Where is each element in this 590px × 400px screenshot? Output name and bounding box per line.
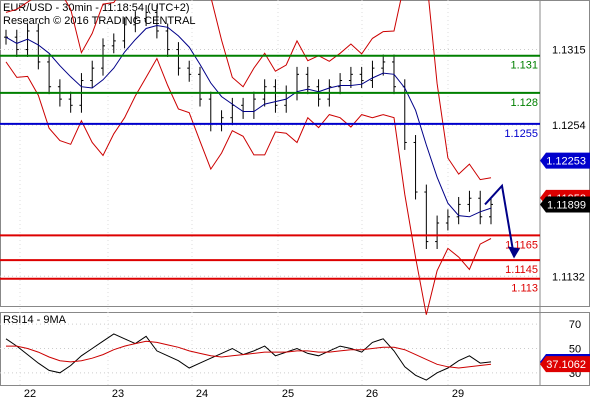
- rsi-tag-label: 37.1062: [546, 359, 586, 371]
- moving-average: [5, 24, 492, 218]
- x-tick-label: 24: [196, 388, 208, 400]
- level-label: 1.128: [510, 97, 538, 109]
- level-label: 1.1255: [504, 128, 538, 140]
- price-tick-label: 1.1315: [552, 45, 586, 57]
- level-label: 1.1145: [505, 264, 538, 276]
- x-tick-label: 26: [366, 388, 378, 400]
- price-tag-label: 1.11899: [547, 200, 586, 212]
- price-tag-label: 1.12253: [546, 156, 586, 168]
- rsi-tick-label: 50: [569, 344, 581, 356]
- rsi-series-line: [6, 340, 492, 369]
- x-tick-label: 29: [452, 388, 464, 400]
- forecast-arrowhead: [508, 246, 520, 259]
- x-tick-label: 23: [112, 388, 124, 400]
- upper-band: [5, 0, 492, 181]
- x-tick-label: 25: [282, 388, 294, 400]
- x-tick-label: 22: [24, 388, 36, 400]
- price-tick-label: 1.1132: [552, 271, 585, 283]
- chart-area: 1.13151.12541.113270503022 23 24 25 26 291.13…: [0, 0, 590, 400]
- rsi-tick-label: 70: [569, 319, 581, 331]
- level-label: 1.131: [510, 60, 538, 72]
- level-label: 1.113: [511, 283, 538, 295]
- rsi-title: RSI14 - 9MA: [3, 314, 67, 326]
- price-tick-label: 1.1254: [552, 120, 586, 132]
